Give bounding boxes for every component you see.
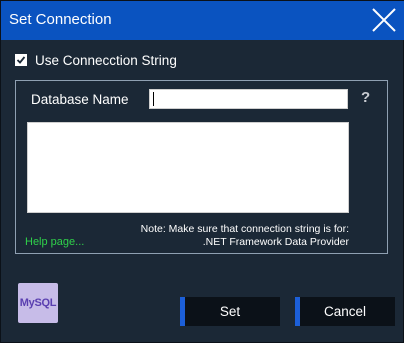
use-connection-string-label: Use Connecction String bbox=[35, 52, 177, 68]
database-name-label: Database Name bbox=[31, 92, 129, 107]
dialog-title: Set Connection bbox=[9, 11, 112, 28]
set-button[interactable]: Set bbox=[180, 297, 280, 326]
note-line-1: Note: Make sure that connection string i… bbox=[140, 223, 349, 235]
use-connection-string-option[interactable]: Use Connecction String bbox=[15, 52, 177, 68]
mysql-logo: MySQL bbox=[18, 283, 58, 323]
connection-string-textarea[interactable] bbox=[27, 122, 349, 213]
set-connection-dialog: Set Connection Use Connecction String Da… bbox=[0, 0, 404, 343]
database-name-input[interactable] bbox=[149, 89, 348, 109]
cancel-button[interactable]: Cancel bbox=[295, 297, 395, 326]
text-cursor bbox=[153, 92, 154, 106]
use-connection-string-checkbox[interactable] bbox=[15, 54, 27, 66]
title-bar: Set Connection bbox=[1, 1, 404, 40]
note-line-2: .NET Framework Data Provider bbox=[202, 236, 349, 248]
checkmark-icon bbox=[16, 56, 26, 64]
close-button[interactable] bbox=[371, 7, 397, 33]
help-page-link[interactable]: Help page... bbox=[25, 236, 84, 248]
close-icon bbox=[372, 8, 396, 32]
mysql-logo-text: MySQL bbox=[19, 297, 57, 309]
help-icon[interactable]: ? bbox=[361, 89, 375, 107]
